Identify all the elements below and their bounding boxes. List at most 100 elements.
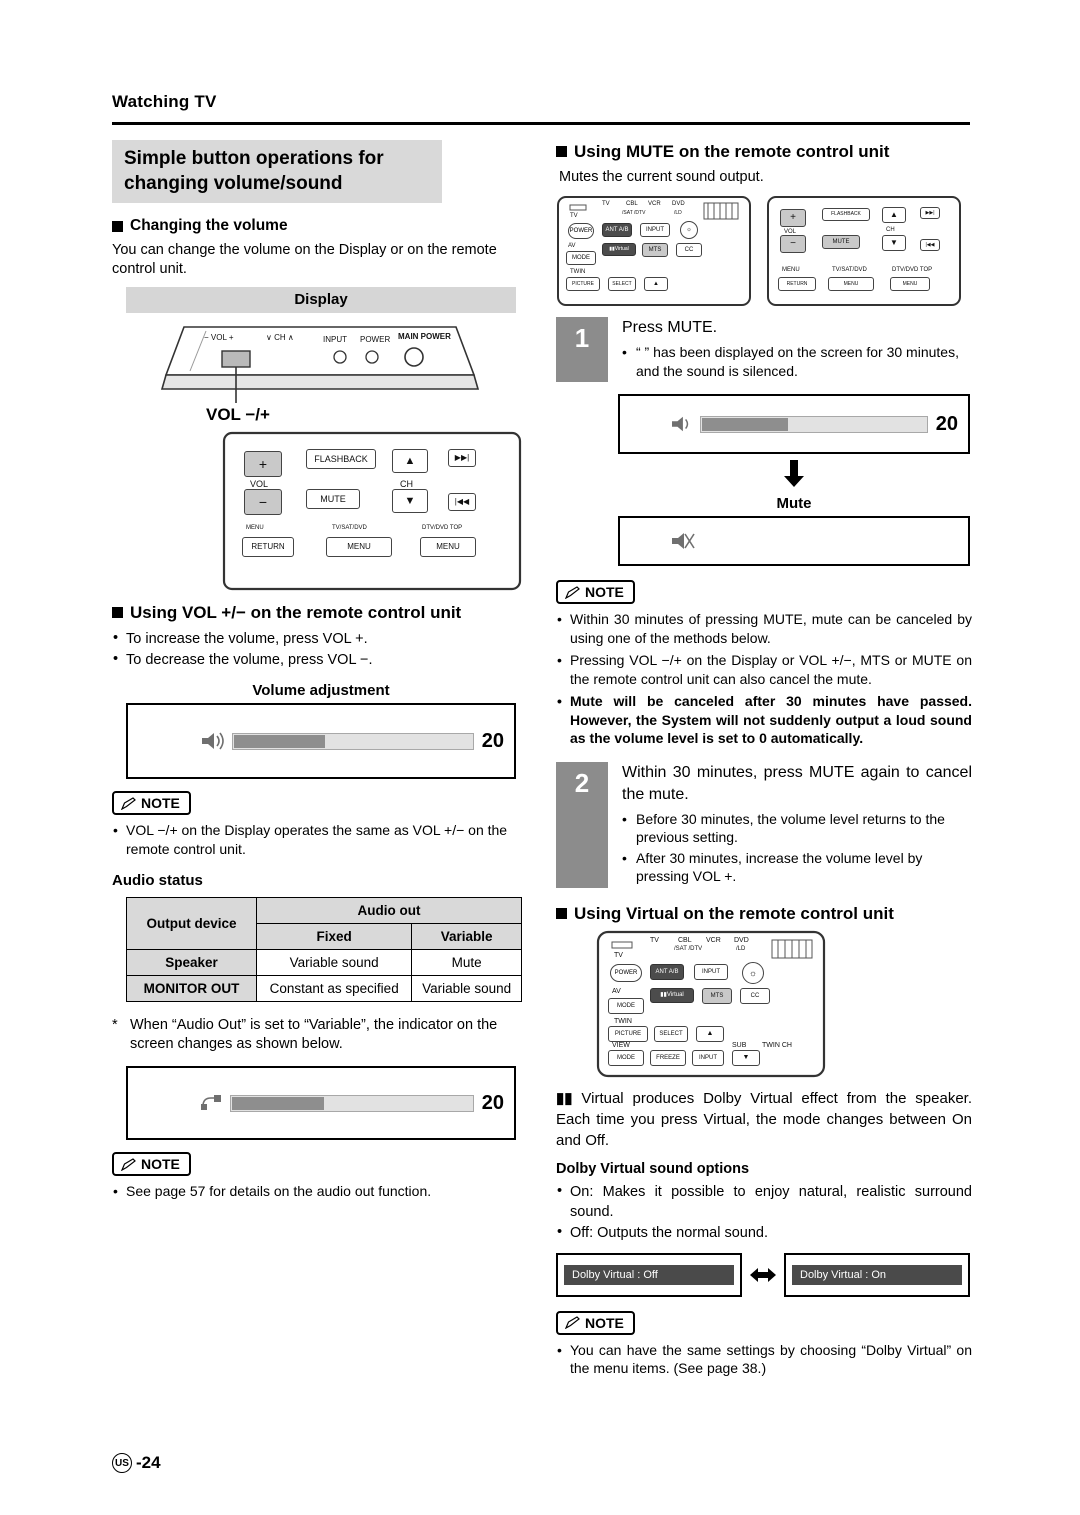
header-rule (112, 122, 970, 125)
osd-volume-box: 20 (126, 703, 516, 779)
osd-dolby-pair: Dolby Virtual : Off Dolby Virtual : On (556, 1252, 972, 1297)
tv-label: TV (602, 201, 610, 207)
vol-up-button[interactable]: + (780, 209, 806, 227)
twin-picture-button[interactable]: PICTURE (566, 277, 600, 291)
list-item: Off: Outputs the normal sound. (556, 1222, 972, 1243)
remote-illustration-vol-2: + − VOL FLASHBACK MUTE ▲ ▼ CH ▶▶| |◀◀ ME… (766, 195, 962, 307)
skip-forward-button[interactable]: ▶▶| (448, 449, 476, 467)
av-mode-button[interactable]: MODE (608, 997, 644, 1014)
speaker-icon (672, 416, 689, 432)
remote-pair: TV CBL VCR DVD TV /SAT /DTV /LD POWER AN… (556, 195, 972, 307)
twin-picture-button[interactable]: PICTURE (608, 1025, 648, 1042)
list-item: You can have the same settings by choosi… (556, 1341, 972, 1378)
note-items: Within 30 minutes of pressing MUTE, mute… (556, 610, 972, 748)
dolby-virtual-button[interactable]: ▮▮Virtual (650, 987, 694, 1003)
list-item: Before 30 minutes, the volume level retu… (622, 810, 972, 847)
up-button[interactable]: ▲ (644, 277, 668, 291)
bullet-square-icon (112, 607, 123, 618)
ch-up-button[interactable]: ▲ (882, 207, 906, 223)
vol-down-button[interactable]: − (780, 235, 806, 253)
power-button[interactable]: POWER (568, 223, 594, 239)
ld-label: /LD (674, 210, 682, 216)
dtv-dvd-top-menu-button[interactable]: MENU (890, 277, 930, 291)
skip-back-button[interactable]: |◀◀ (920, 239, 940, 251)
dolby-options-caption: Dolby Virtual sound options (556, 1160, 750, 1177)
ch-down-button[interactable]: ▼ (882, 235, 906, 251)
brightness-button[interactable]: ☼ (742, 961, 764, 984)
power-button[interactable]: POWER (610, 963, 642, 982)
table-row: Output device Audio out (126, 897, 522, 950)
cc-button[interactable]: CC (676, 243, 702, 257)
return-button[interactable]: RETURN (242, 537, 294, 557)
col-audio-out: Audio out (256, 897, 522, 924)
dvd-label: DVD (672, 201, 685, 207)
brightness-button[interactable]: ☼ (680, 221, 698, 239)
ch-up-button[interactable]: ▲ (392, 449, 428, 473)
input-button[interactable]: INPUT (694, 963, 728, 980)
skip-forward-button[interactable]: ▶▶| (920, 207, 940, 219)
vol-up-button[interactable]: + (244, 451, 282, 477)
flashback-button[interactable]: FLASHBACK (306, 449, 376, 469)
right-column: Using MUTE on the remote control unit Mu… (556, 140, 972, 1382)
view-mode-button[interactable]: MODE (608, 1049, 644, 1066)
display-label-input: INPUT (323, 335, 347, 344)
sub-label: SUB (732, 1041, 747, 1049)
freeze-button[interactable]: FREEZE (650, 1049, 686, 1066)
volume-value: 20 (481, 729, 504, 752)
dtv-dvd-top-menu-button[interactable]: MENU (420, 537, 476, 557)
input-button[interactable]: INPUT (640, 223, 670, 237)
tv-sat-dvd-menu-button[interactable]: MENU (326, 537, 392, 557)
page-number: -24 (136, 1453, 161, 1472)
bullet-square-icon (112, 221, 123, 232)
table-row: Speaker Variable sound Mute (126, 949, 522, 976)
dtv-dvd-top-label: DTV/DVD TOP (422, 525, 463, 531)
cc-button[interactable]: CC (740, 987, 770, 1004)
up-button[interactable]: ▲ (696, 1025, 724, 1042)
cbl-label: CBL (626, 201, 638, 207)
note-block-3: NOTE Within 30 minutes of pressing MUTE,… (556, 580, 972, 748)
osd-dolby-on-text: Dolby Virtual : On (792, 1264, 962, 1285)
list-item: Mute will be canceled after 30 minutes h… (556, 692, 972, 748)
mts-button[interactable]: MTS (702, 987, 732, 1004)
cell-fixed: Variable sound (255, 949, 413, 976)
vcr-label: VCR (648, 201, 661, 207)
cell-device: MONITOR OUT (126, 975, 257, 1002)
dolby-virtual-button[interactable]: ▮▮Virtual (602, 243, 636, 256)
left-column: Simple button operations for changing vo… (112, 140, 532, 1205)
av-mode-button[interactable]: MODE (566, 251, 596, 265)
flashback-button[interactable]: FLASHBACK (822, 208, 870, 221)
list-item: “ ” has been displayed on the screen for… (622, 343, 972, 380)
cell-variable: Variable sound (411, 975, 522, 1002)
ch-down-button[interactable]: ▼ (392, 489, 428, 513)
pencil-icon (121, 1157, 136, 1171)
return-button[interactable]: RETURN (778, 277, 816, 291)
mute-button[interactable]: MUTE (822, 235, 860, 249)
ant-ab-button[interactable]: ANT A/B (650, 963, 684, 980)
twin-label: TWIN (570, 269, 586, 275)
skip-back-button[interactable]: |◀◀ (448, 493, 476, 511)
note-block-4: NOTE You can have the same settings by c… (556, 1310, 972, 1378)
select-button[interactable]: SELECT (654, 1025, 688, 1042)
list-item: On: Makes it possible to enjoy natural, … (556, 1181, 972, 1222)
heading-text: Using MUTE on the remote control unit (574, 142, 890, 161)
osd-mute-box (618, 516, 970, 566)
tv-sat-dvd-menu-button[interactable]: MENU (828, 277, 874, 291)
step-lead: Within 30 minutes, press MUTE again to c… (622, 763, 972, 803)
virtual-body: Virtual produces Dolby Virtual effect fr… (556, 1089, 972, 1149)
col-fixed: Fixed (255, 923, 413, 950)
list-item: After 30 minutes, increase the volume le… (622, 849, 972, 886)
note-label: NOTE (141, 795, 180, 811)
vol-down-button[interactable]: − (244, 489, 282, 515)
ant-ab-button[interactable]: ANT A/B (602, 223, 632, 237)
heading-using-virtual: Using Virtual on the remote control unit (556, 904, 972, 924)
input-button-2[interactable]: INPUT (692, 1049, 724, 1066)
step-2: 2 Within 30 minutes, press MUTE again to… (556, 761, 972, 888)
step-content: Press MUTE. “ ” has been displayed on th… (608, 317, 972, 382)
mute-button[interactable]: MUTE (306, 489, 360, 509)
select-button[interactable]: SELECT (608, 277, 636, 291)
dvd-label: DVD (734, 936, 749, 944)
down-button[interactable]: ▼ (732, 1049, 760, 1066)
step-content: Within 30 minutes, press MUTE again to c… (608, 762, 972, 888)
list-item: To increase the volume, press VOL +. (112, 628, 532, 649)
mts-button[interactable]: MTS (642, 243, 668, 257)
